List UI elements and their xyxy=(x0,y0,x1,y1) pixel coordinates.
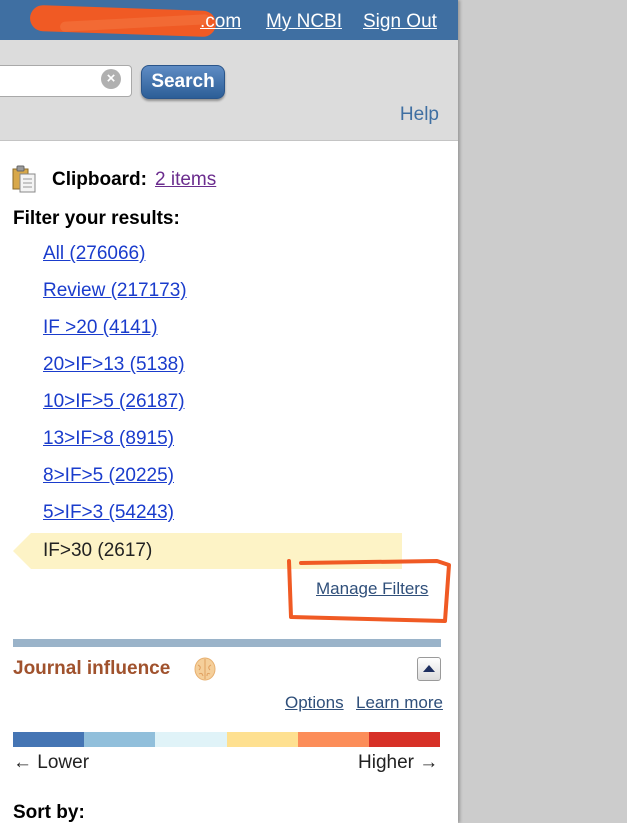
scale-segment xyxy=(297,732,369,747)
filter-item-review[interactable]: Review (217173) xyxy=(43,280,187,302)
account-bar: .com My NCBI Sign Out xyxy=(0,0,458,40)
filter-heading: Filter your results: xyxy=(13,208,180,229)
scale-segment xyxy=(226,732,298,747)
scale-segment xyxy=(13,732,85,747)
filter-item-if-8-5[interactable]: 8>IF>5 (20225) xyxy=(43,465,174,487)
sort-by-label: Sort by: xyxy=(13,802,85,823)
higher-label: Higher → xyxy=(358,752,439,773)
sign-out-link[interactable]: Sign Out xyxy=(363,11,437,33)
search-bar: × Search Help xyxy=(0,40,458,141)
clipboard-label: Clipboard: xyxy=(52,169,147,190)
filter-item-if-gt-20[interactable]: IF >20 (4141) xyxy=(43,317,158,339)
clipboard-items-link[interactable]: 2 items xyxy=(155,169,216,191)
account-link[interactable]: .com xyxy=(200,11,241,33)
learn-more-link[interactable]: Learn more xyxy=(356,693,443,713)
search-button[interactable]: Search xyxy=(141,65,225,99)
scale-segment xyxy=(155,732,227,747)
lower-label: ← Lower xyxy=(13,752,90,773)
help-link[interactable]: Help xyxy=(400,104,439,126)
influence-color-scale xyxy=(13,732,441,747)
section-divider xyxy=(13,639,441,647)
active-filter-label: IF>30 (2617) xyxy=(43,540,153,561)
filter-item-if-20-13[interactable]: 20>IF>13 (5138) xyxy=(43,354,185,376)
filter-item-if-10-5[interactable]: 10>IF>5 (26187) xyxy=(43,391,185,413)
brain-icon xyxy=(193,657,217,686)
scale-segment xyxy=(368,732,441,747)
filter-item-if-13-8[interactable]: 13>IF>8 (8915) xyxy=(43,428,174,450)
sidebar-panel: .com My NCBI Sign Out × Search Help Clip… xyxy=(0,0,458,823)
clipboard-icon xyxy=(12,165,38,198)
journal-influence-title: Journal influence xyxy=(13,658,171,679)
clear-x-icon[interactable]: × xyxy=(101,69,121,89)
options-link[interactable]: Options xyxy=(285,693,344,713)
my-ncbi-link[interactable]: My NCBI xyxy=(266,11,342,33)
filter-item-all[interactable]: All (276066) xyxy=(43,243,145,265)
collapse-up-icon[interactable] xyxy=(417,657,441,681)
scale-segment xyxy=(84,732,156,747)
filter-item-if-5-3[interactable]: 5>IF>3 (54243) xyxy=(43,502,174,524)
highlight-annotation xyxy=(287,559,451,623)
